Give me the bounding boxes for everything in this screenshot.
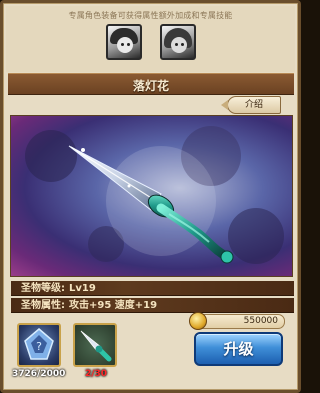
character-portrait-1[interactable] xyxy=(106,24,142,60)
relic-attribute-row: 圣物属性: 攻击+95 速度+19 xyxy=(11,298,294,313)
crystal-count: 3726/2000 xyxy=(12,369,66,379)
relic-panel: 专属角色装备可获得属性额外加成和专属技能 落灯花 介绍 圣物等级: Lv19 圣… xyxy=(0,0,301,393)
upgrade-button[interactable]: 升级 xyxy=(194,332,283,366)
dagger-artwork-svg xyxy=(25,126,284,264)
gold-coin-icon xyxy=(189,312,207,330)
svg-text:?: ? xyxy=(36,340,42,353)
relic-artwork xyxy=(10,115,293,277)
relic-level-row: 圣物等级: Lv19 xyxy=(11,281,294,296)
intro-button[interactable]: 介绍 xyxy=(221,96,281,114)
dagger-icon xyxy=(80,330,112,362)
relic-level-value: Lv19 xyxy=(69,283,96,294)
item-name: 落灯花 xyxy=(132,79,169,93)
character-portrait-2[interactable] xyxy=(160,24,196,60)
crystal-material-slot[interactable]: ? xyxy=(17,323,61,367)
relic-attribute-value: 攻击+95 速度+19 xyxy=(69,300,158,311)
exclusive-character-area: 专属角色装备可获得属性额外加成和专属技能 xyxy=(6,6,295,72)
exclusive-hint-text: 专属角色装备可获得属性额外加成和专属技能 xyxy=(68,11,233,20)
relic-attribute-label: 圣物属性: xyxy=(21,300,65,311)
relic-level-label: 圣物等级: xyxy=(21,283,65,294)
crystal-icon: ? xyxy=(24,328,54,360)
dagger-material-slot[interactable] xyxy=(73,323,117,367)
item-title-bar: 落灯花 xyxy=(8,73,294,95)
dagger-count: 2/30 xyxy=(85,369,108,379)
